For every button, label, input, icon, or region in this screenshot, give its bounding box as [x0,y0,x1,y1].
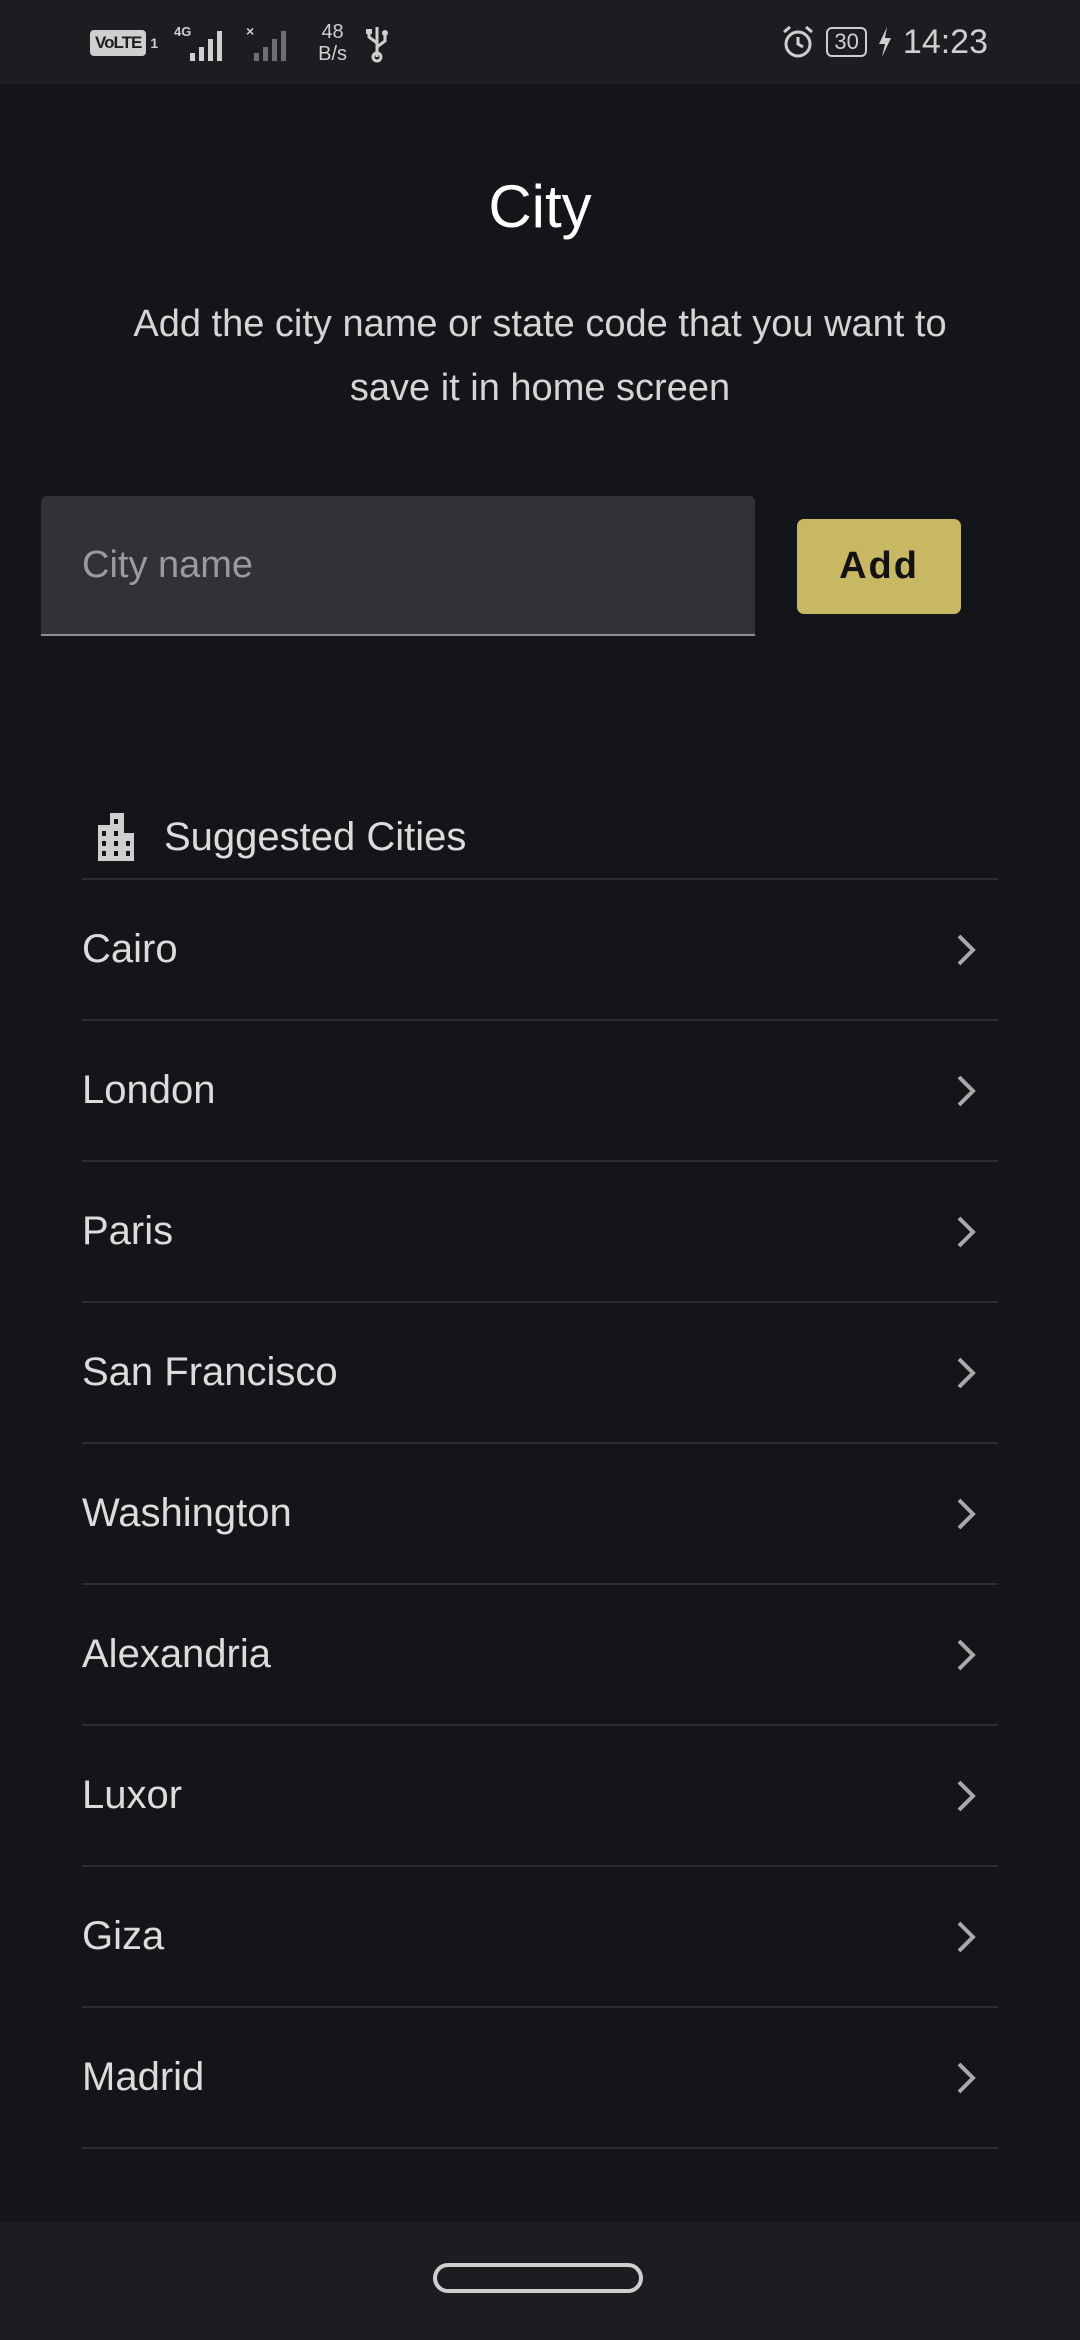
city-item-giza[interactable]: Giza [82,1867,998,2008]
chevron-right-icon [957,1498,976,1529]
chevron-right-icon [957,1216,976,1247]
svg-text:×: × [246,23,254,39]
city-screen: VoLTE 1 4G × 48 B/s 30 14:23 City Add th… [0,0,1080,2340]
city-name: Giza [82,1914,165,1958]
city-item-washington[interactable]: Washington [82,1444,998,1585]
page-title: City [488,173,592,240]
suggested-cities-list: Cairo London Paris San Francisco Washing… [82,880,998,2149]
city-item-madrid[interactable]: Madrid [82,2008,998,2149]
status-bar: VoLTE 1 4G × 48 B/s 30 14:23 [0,0,1080,84]
net-speed-unit: B/s [318,43,348,65]
status-bar-right: 30 14:23 [780,16,988,68]
chevron-right-icon [957,1357,976,1388]
alarm-icon [783,25,814,58]
city-input-field[interactable] [41,496,755,636]
city-item-london[interactable]: London [82,1021,998,1162]
volte-icon: VoLTE [90,30,147,56]
city-name: Washington [82,1491,292,1535]
signal-4g-icon: 4G [174,24,223,61]
network-type-label: 4G [174,24,191,39]
network-speed: 48 B/s [318,21,347,65]
city-name: Madrid [82,2055,205,2099]
city-item-san-francisco[interactable]: San Francisco [82,1303,998,1444]
chevron-right-icon [957,934,976,965]
city-name-input[interactable] [41,496,755,634]
city-item-paris[interactable]: Paris [82,1162,998,1303]
chevron-right-icon [957,2062,976,2093]
charging-icon [878,27,891,57]
sim-indicator: 1 [150,35,159,51]
city-name: Paris [82,1209,174,1253]
city-name: Cairo [82,927,178,971]
chevron-right-icon [957,1921,976,1952]
chevron-right-icon [957,1639,976,1670]
suggested-cities-header: Suggested Cities [82,796,998,880]
city-name: Alexandria [82,1632,272,1676]
status-bar-left: VoLTE 1 4G × 48 B/s [90,20,391,66]
chevron-right-icon [957,1075,976,1106]
page-subtitle: Add the city name or state code that you… [133,303,947,409]
city-name: Luxor [82,1773,183,1817]
signal-no-service-icon: × [246,23,287,61]
city-item-luxor[interactable]: Luxor [82,1726,998,1867]
building-icon [98,813,134,861]
city-item-cairo[interactable]: Cairo [82,880,998,1021]
usb-icon [366,27,389,63]
add-button[interactable]: Add [797,519,961,614]
home-gesture-handle[interactable] [433,2263,643,2293]
city-name: San Francisco [82,1350,338,1394]
status-time: 14:23 [902,22,988,61]
battery-indicator: 30 [826,27,867,57]
chevron-right-icon [957,1780,976,1811]
suggested-cities-title: Suggested Cities [164,814,467,859]
net-speed-value: 48 [321,21,344,43]
navigation-bar [0,2222,1080,2340]
city-name: London [82,1068,216,1112]
city-item-alexandria[interactable]: Alexandria [82,1585,998,1726]
